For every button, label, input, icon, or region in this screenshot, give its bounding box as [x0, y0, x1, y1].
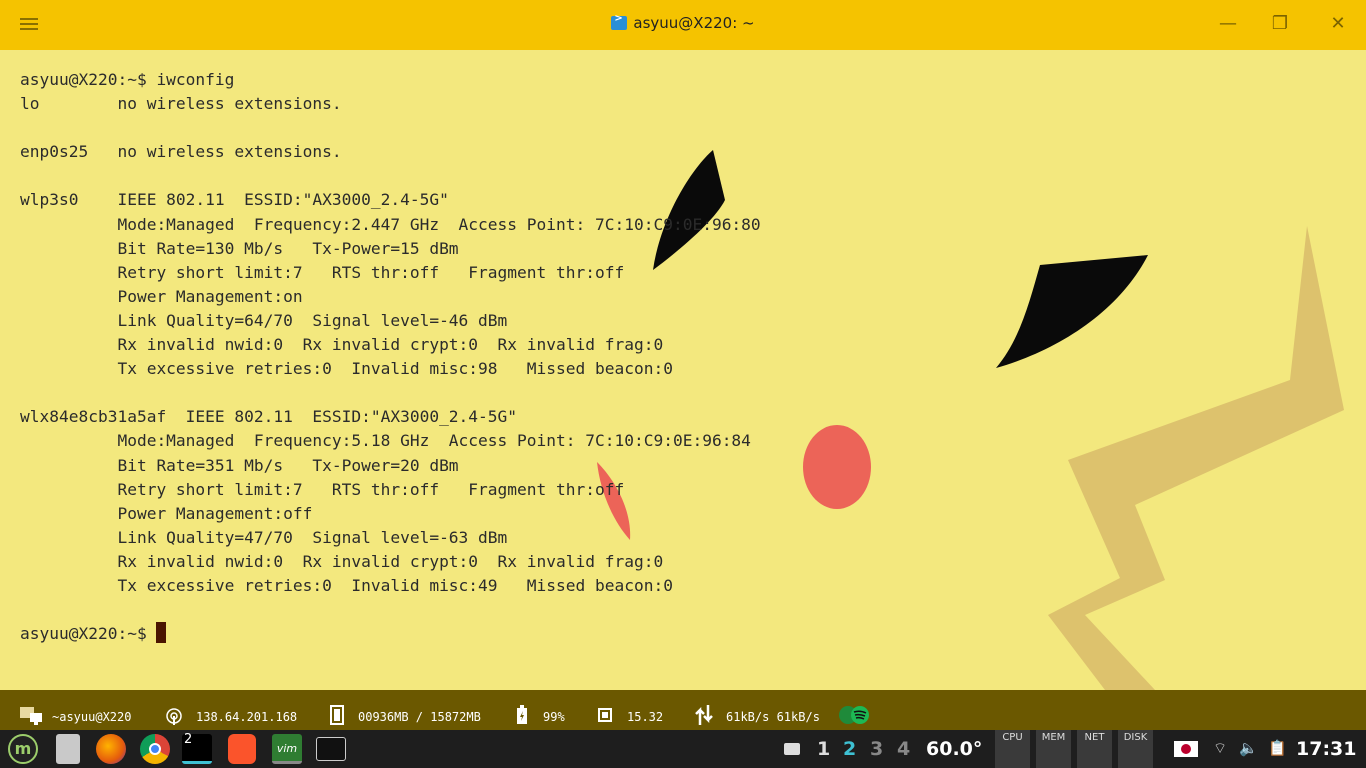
close-button[interactable]: ✕	[1326, 12, 1350, 36]
cpu-monitor[interactable]: CPU	[994, 730, 1030, 768]
taskbar: m 2 vim 1 2 3 4 60.0° CPU MEM NET DISK ⌔…	[0, 730, 1366, 768]
battery-icon	[517, 705, 527, 724]
terminal-badge: 2	[184, 732, 193, 747]
terminal-icon	[611, 13, 628, 30]
cpu-monitor-label: CPU	[1002, 732, 1023, 743]
terminal-line: Rx invalid nwid:0 Rx invalid crypt:0 Rx …	[20, 335, 664, 355]
close-icon: ✕	[1330, 13, 1346, 34]
terminal-line: Tx excessive retries:0 Invalid misc:49 M…	[20, 575, 673, 595]
disk-monitor-label: DISK	[1123, 732, 1148, 743]
workspace-2[interactable]: 2	[843, 738, 856, 760]
window-title: asyuu@X220: ~	[0, 13, 1366, 32]
terminal-line: asyuu@X220:~$	[20, 622, 1020, 646]
spotify-icon[interactable]	[838, 705, 872, 725]
terminal-line: Power Management:off	[20, 503, 313, 523]
clipboard-icon[interactable]: 📋	[1268, 739, 1287, 757]
terminal-line: Retry short limit:7 RTS thr:off Fragment…	[20, 262, 625, 282]
terminal-line: Bit Rate=351 Mb/s Tx-Power=20 dBm	[20, 455, 459, 475]
folder-network-icon	[20, 707, 42, 725]
mem-monitor[interactable]: MEM	[1035, 730, 1071, 768]
terminal-output[interactable]: asyuu@X220:~$ iwconfig lo no wireless ext…	[20, 68, 1020, 646]
terminal-line: wlx84e8cb31a5af IEEE 802.11 ESSID:"AX300…	[20, 407, 518, 427]
terminal-line: lo no wireless extensions.	[20, 94, 342, 114]
workspace-3[interactable]: 3	[870, 738, 883, 760]
file-manager-icon[interactable]	[56, 734, 80, 764]
firefox-icon[interactable]	[96, 734, 126, 764]
terminal-line: Bit Rate=130 Mb/s Tx-Power=15 dBm	[20, 238, 459, 258]
terminal-line: enp0s25 no wireless extensions.	[20, 142, 342, 162]
system-monitor-icon[interactable]	[316, 737, 346, 761]
status-memory: 00936MB / 15872MB	[358, 710, 481, 724]
status-network: 61kB/s 61kB/s	[726, 710, 820, 724]
terminal-line: Rx invalid nwid:0 Rx invalid crypt:0 Rx …	[20, 551, 664, 571]
terminal-line: Link Quality=47/70 Signal level=-63 dBm	[20, 527, 508, 547]
disk-monitor[interactable]: DISK	[1117, 730, 1153, 768]
terminal-line: Link Quality=64/70 Signal level=-46 dBm	[20, 310, 508, 330]
terminal-line: Mode:Managed Frequency:5.18 GHz Access P…	[20, 431, 751, 451]
status-user: ~asyuu@X220	[52, 710, 132, 724]
transfer-arrows-icon	[695, 705, 713, 725]
status-battery: 99%	[543, 710, 565, 724]
window-title-text: asyuu@X220: ~	[633, 14, 755, 32]
memory-icon	[330, 705, 344, 725]
vim-icon[interactable]: vim	[272, 734, 302, 764]
terminal-cursor	[156, 622, 167, 644]
wifi-icon[interactable]: ⌔	[1213, 739, 1227, 758]
japan-flag-icon[interactable]	[1174, 741, 1198, 757]
terminal-line: Retry short limit:7 RTS thr:off Fragment…	[20, 479, 625, 499]
mem-monitor-label: MEM	[1041, 732, 1066, 743]
restore-icon: ❐	[1271, 13, 1289, 34]
window-titlebar: asyuu@X220: ~ — ❐ ✕	[0, 0, 1366, 50]
net-monitor-label: NET	[1084, 732, 1105, 743]
workspace-4[interactable]: 4	[897, 738, 910, 760]
terminal-line: wlp3s0 IEEE 802.11 ESSID:"AX3000_2.4-5G"	[20, 190, 449, 210]
status-bar: ~asyuu@X220 138.64.201.168 00936MB / 158…	[0, 690, 1366, 730]
minimize-icon: —	[1219, 13, 1237, 34]
clock[interactable]: 17:31	[1296, 738, 1356, 760]
terminal-line: Mode:Managed Frequency:2.447 GHz Access …	[20, 214, 761, 234]
terminal-line: Tx excessive retries:0 Invalid misc:98 M…	[20, 359, 673, 379]
chrome-icon[interactable]	[140, 734, 170, 764]
keyboard-icon[interactable]	[784, 743, 800, 755]
workspace-1[interactable]: 1	[817, 738, 830, 760]
brave-icon[interactable]	[228, 734, 256, 764]
terminal-icon[interactable]: 2	[182, 732, 212, 764]
cpu-icon	[598, 708, 612, 722]
volume-icon[interactable]: 🔈	[1239, 739, 1258, 757]
status-cpu-load: 15.32	[627, 710, 664, 724]
temperature-readout: 60.0°	[926, 738, 983, 760]
terminal-line: Power Management:on	[20, 286, 303, 306]
net-monitor[interactable]: NET	[1076, 730, 1112, 768]
wifi-antenna-icon	[166, 708, 182, 725]
restore-button[interactable]: ❐	[1268, 12, 1292, 36]
terminal-line: asyuu@X220:~$ iwconfig	[20, 70, 235, 89]
status-ip: 138.64.201.168	[196, 710, 298, 724]
mint-menu-icon[interactable]: m	[8, 734, 38, 764]
minimize-button[interactable]: —	[1216, 12, 1240, 36]
